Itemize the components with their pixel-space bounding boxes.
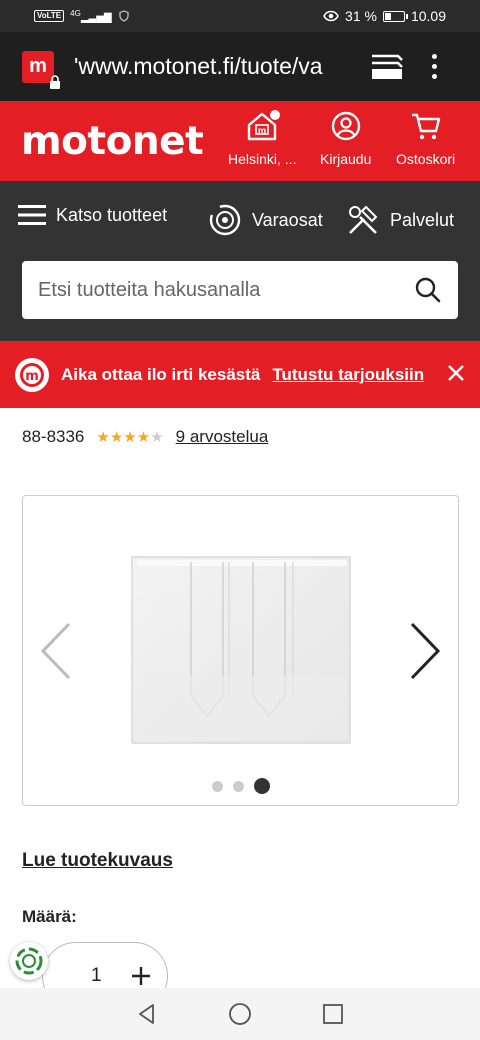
recycle-icon[interactable] bbox=[10, 942, 48, 980]
star-filled-icon: ★ bbox=[123, 428, 137, 446]
cart-icon bbox=[411, 113, 440, 140]
login-label: Kirjaudu bbox=[320, 151, 372, 167]
description-link[interactable]: Lue tuotekuvaus bbox=[22, 850, 173, 872]
quantity-value[interactable]: 1 bbox=[91, 965, 102, 987]
quantity-label: Määrä: bbox=[22, 907, 77, 926]
close-icon[interactable] bbox=[446, 363, 466, 383]
site-header: motonet m Helsinki, ... Kirjaudu Ostosko… bbox=[0, 101, 480, 181]
shield-icon bbox=[118, 10, 129, 22]
menu-kebab-icon[interactable] bbox=[432, 54, 437, 79]
promo-banner: m Aika ottaa ilo irti kesästä Tutustu ta… bbox=[0, 341, 480, 408]
product-image bbox=[131, 556, 351, 744]
store-label: Helsinki, ... bbox=[228, 151, 297, 167]
nav-services[interactable]: Palvelut bbox=[346, 203, 454, 237]
home-circle-icon[interactable] bbox=[228, 1002, 252, 1026]
url-field[interactable]: 'www.motonet.fi/tuote/va bbox=[74, 53, 344, 80]
battery-percent: 31 % bbox=[345, 8, 377, 24]
product-gallery bbox=[22, 495, 459, 806]
browser-toolbar: m 'www.motonet.fi/tuote/va bbox=[0, 32, 480, 101]
star-filled-icon: ★ bbox=[109, 428, 124, 446]
product-meta: 88-8336 ★ ★ ★ ★ ★ 9 arvostelua bbox=[22, 427, 268, 447]
nav-parts[interactable]: Varaosat bbox=[208, 203, 323, 237]
reviews-link[interactable]: 9 arvostelua bbox=[176, 427, 269, 447]
signal-icon: 4G▂▃▅▇ bbox=[70, 8, 112, 24]
cart-link[interactable]: Ostoskori bbox=[396, 109, 455, 167]
search-input[interactable]: Etsi tuotteita hakusanalla bbox=[38, 279, 414, 302]
svg-text:m: m bbox=[25, 369, 39, 384]
nav-browse-products[interactable]: Katso tuotteet bbox=[18, 203, 167, 227]
site-favicon: m bbox=[22, 50, 60, 89]
rating-stars: ★ ★ ★ ★ ★ bbox=[96, 430, 163, 445]
gallery-dot[interactable] bbox=[211, 780, 223, 792]
store-selector[interactable]: m Helsinki, ... bbox=[228, 109, 296, 167]
brake-disc-icon bbox=[209, 204, 241, 236]
tabs-icon[interactable] bbox=[370, 52, 404, 82]
system-navigation bbox=[0, 988, 480, 1040]
promo-link[interactable]: Tutustu tarjouksiin bbox=[272, 365, 424, 385]
main-navigation: Katso tuotteet Varaosat Palvelut Etsi tu… bbox=[0, 181, 480, 341]
back-icon[interactable] bbox=[135, 1002, 159, 1026]
star-filled-icon: ★ bbox=[136, 428, 151, 446]
gallery-dot[interactable] bbox=[232, 780, 244, 792]
cart-label: Ostoskori bbox=[396, 151, 456, 167]
user-icon bbox=[331, 111, 360, 141]
plus-icon[interactable] bbox=[130, 965, 152, 987]
search-bar[interactable]: Etsi tuotteita hakusanalla bbox=[22, 261, 458, 319]
hamburger-icon bbox=[18, 205, 46, 225]
clock: 10.09 bbox=[410, 8, 446, 24]
gallery-dot[interactable] bbox=[253, 778, 270, 794]
recents-icon[interactable] bbox=[321, 1002, 345, 1026]
product-sku: 88-8336 bbox=[22, 427, 85, 446]
nav-browse-label: Katso tuotteet bbox=[56, 204, 168, 225]
star-filled-icon: ★ bbox=[96, 428, 110, 446]
login-link[interactable]: Kirjaudu bbox=[320, 109, 371, 167]
nav-services-label: Palvelut bbox=[390, 209, 455, 230]
promo-text: Aika ottaa ilo irti kesästä bbox=[61, 364, 261, 384]
status-bar: VoLTE 4G▂▃▅▇ 31 % 10.09 bbox=[0, 0, 480, 32]
chevron-left-icon[interactable] bbox=[39, 620, 73, 682]
star-empty-icon: ★ bbox=[150, 428, 164, 446]
motonet-logo[interactable]: motonet bbox=[21, 119, 204, 164]
battery-icon bbox=[382, 10, 408, 22]
gallery-pagination bbox=[23, 778, 458, 794]
chevron-right-icon[interactable] bbox=[408, 620, 442, 682]
volte-indicator: VoLTE bbox=[34, 9, 65, 22]
nav-parts-label: Varaosat bbox=[252, 209, 323, 230]
svg-text:m: m bbox=[258, 126, 266, 135]
tools-icon bbox=[349, 205, 378, 234]
eye-icon bbox=[323, 10, 339, 22]
lock-icon[interactable] bbox=[48, 74, 62, 89]
motonet-badge-icon: m bbox=[15, 357, 49, 392]
search-icon[interactable] bbox=[414, 276, 442, 304]
